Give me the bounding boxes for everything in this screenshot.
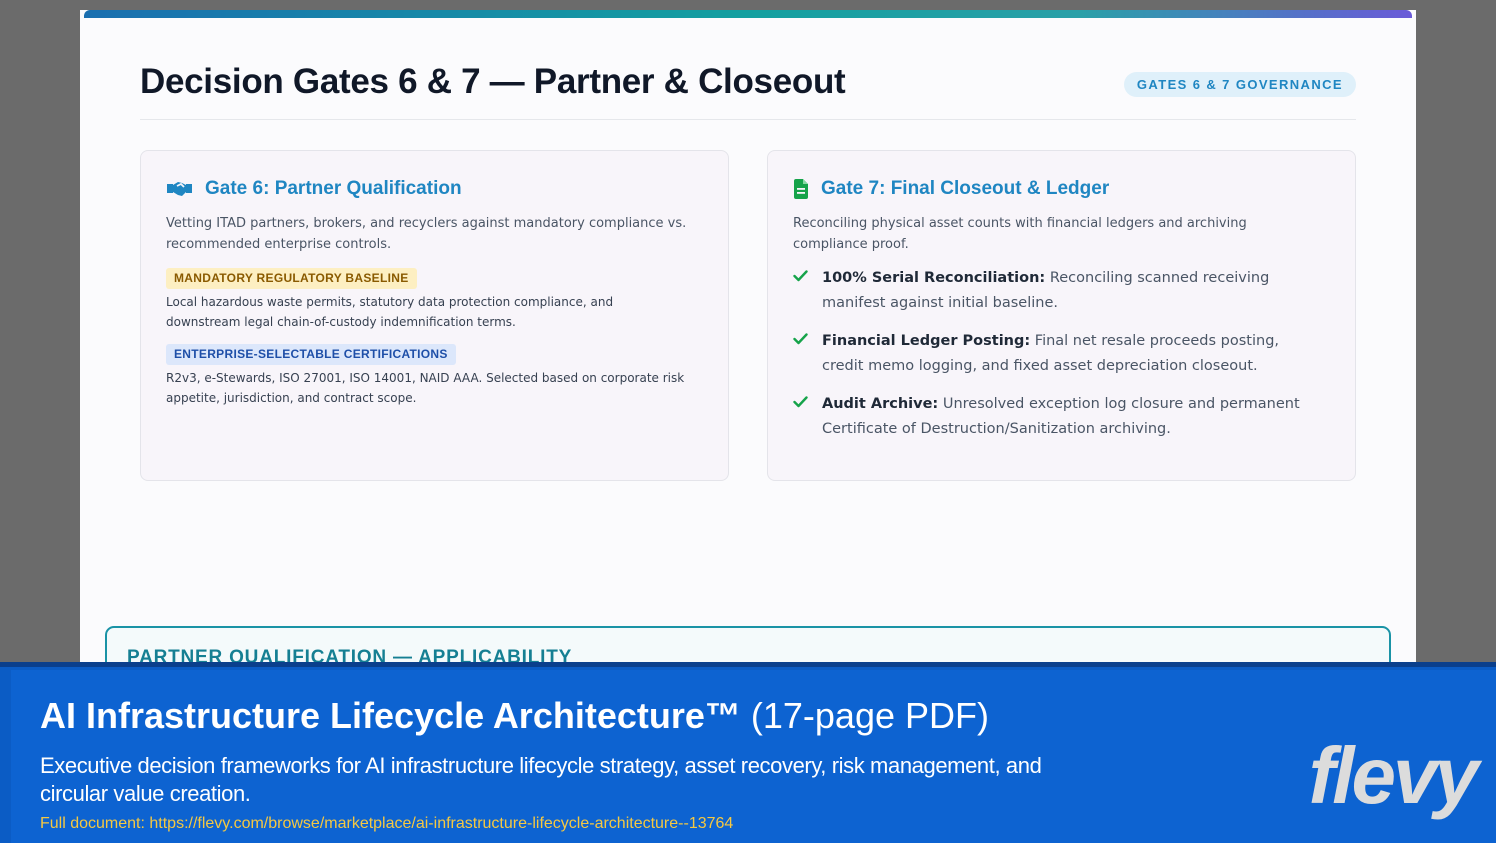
list-item: 100% Serial Reconciliation: Reconciling … [793,266,1325,316]
document-title-main: AI Infrastructure Lifecycle Architecture… [40,695,741,736]
gate-7-title: Gate 7: Final Closeout & Ledger [821,178,1110,199]
accent-bar [84,10,1412,18]
document-description: Executive decision frameworks for AI inf… [40,753,1042,806]
mandatory-baseline-text: Local hazardous waste permits, statutory… [166,295,614,329]
list-item: Financial Ledger Posting: Final net resa… [793,329,1325,379]
gate-6-description: Vetting ITAD partners, brokers, and recy… [166,216,687,252]
governance-badge: GATES 6 & 7 GOVERNANCE [1123,72,1356,97]
gate-6-header: Gate 6: Partner Qualification [166,178,462,200]
enterprise-certifications-text: R2v3, e-Stewards, ISO 27001, ISO 14001, … [166,371,685,405]
handshake-icon [167,182,192,196]
checkmark-icon [793,333,808,345]
promo-footer-panel: AI Infrastructure Lifecycle Architecture… [11,670,1496,843]
checklist-item-label: 100% Serial Reconciliation: [822,270,1046,286]
checkmark-icon [793,396,808,408]
document-title: AI Infrastructure Lifecycle Architecture… [40,695,989,737]
page-title: Decision Gates 6 & 7 — Partner & Closeou… [140,62,846,101]
title-divider [140,119,1356,120]
document-icon [794,179,808,199]
closeout-checklist: 100% Serial Reconciliation: Reconciling … [793,266,1325,455]
flevy-logo: flevy [1308,731,1479,820]
document-page-count: (17-page PDF) [750,695,989,736]
gate-6-card: Gate 6: Partner Qualification Vetting IT… [140,150,729,481]
checkmark-icon [793,270,808,282]
gate-6-title: Gate 6: Partner Qualification [205,178,462,199]
checklist-item-label: Audit Archive: [822,396,939,412]
mandatory-baseline-tag: MANDATORY REGULATORY BASELINE [166,268,417,289]
document-page: Decision Gates 6 & 7 — Partner & Closeou… [80,10,1416,670]
gate-7-card: Gate 7: Final Closeout & Ledger Reconcil… [767,150,1356,481]
full-document-link[interactable]: Full document: https://flevy.com/browse/… [40,815,733,833]
checklist-item-label: Financial Ledger Posting: [822,333,1031,349]
gate-7-header: Gate 7: Final Closeout & Ledger [793,178,1109,200]
list-item: Audit Archive: Unresolved exception log … [793,392,1325,442]
promo-footer: AI Infrastructure Lifecycle Architecture… [0,662,1496,843]
enterprise-certifications-tag: ENTERPRISE-SELECTABLE CERTIFICATIONS [166,344,456,365]
gate-7-description: Reconciling physical asset counts with f… [793,216,1247,252]
